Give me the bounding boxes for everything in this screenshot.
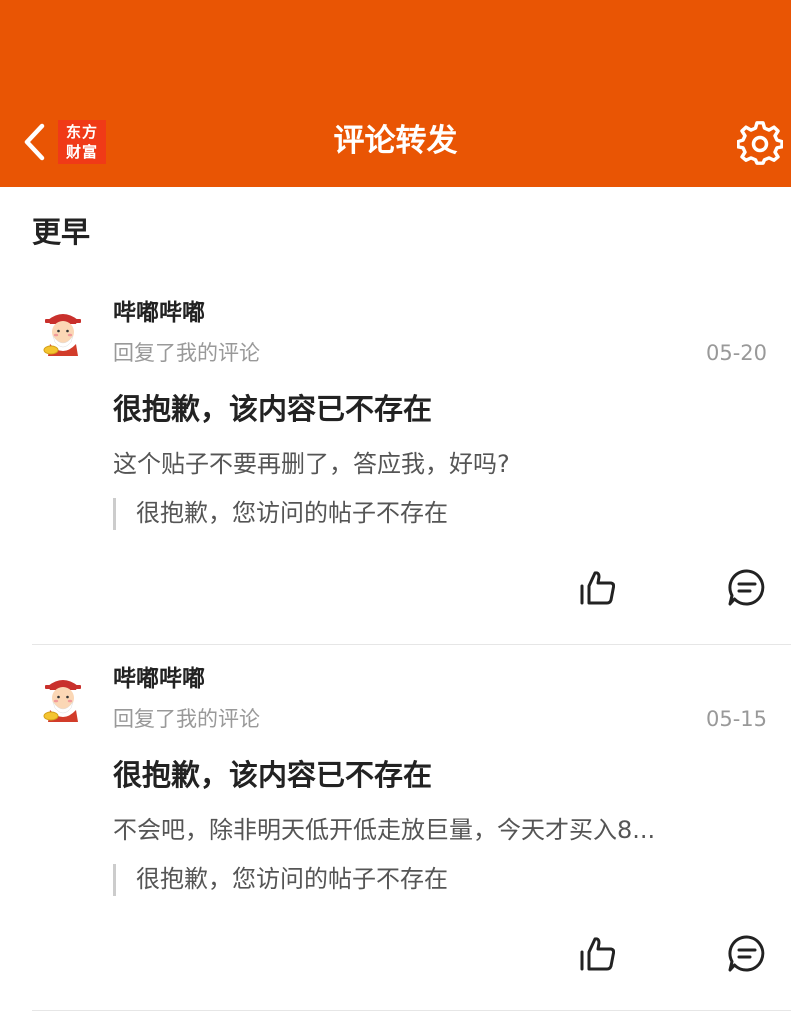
- notification-item[interactable]: 哔嘟哔嘟 回复了我的评论 05-15 很抱歉，该内容已不存在 不会吧，除非明天低…: [0, 648, 791, 1018]
- like-button[interactable]: [578, 934, 618, 974]
- avatar[interactable]: [38, 306, 88, 358]
- reply-comment-text[interactable]: 不会吧，除非明天低开低走放巨量，今天才买入8...: [113, 812, 765, 848]
- timestamp: 05-20: [705, 341, 767, 365]
- thumbs-up-icon: [580, 937, 616, 971]
- reply-button[interactable]: [727, 568, 767, 608]
- notification-type: 回复了我的评论: [113, 707, 260, 731]
- fortune-god-avatar-icon: [43, 314, 81, 356]
- quoted-original-comment[interactable]: 很抱歉，您访问的帖子不存在: [113, 864, 448, 896]
- avatar[interactable]: [38, 672, 88, 724]
- comment-icon: [728, 935, 765, 972]
- like-button[interactable]: [578, 568, 618, 608]
- top-navigation-bar: 东方 财富 评论转发: [0, 0, 791, 187]
- reply-comment-text[interactable]: 这个贴子不要再删了，答应我，好吗?: [113, 446, 765, 482]
- page-title: 评论转发: [333, 123, 458, 159]
- divider: [32, 644, 791, 645]
- username[interactable]: 哔嘟哔嘟: [113, 296, 205, 330]
- gear-icon: [737, 121, 783, 165]
- reply-button[interactable]: [727, 934, 767, 974]
- username[interactable]: 哔嘟哔嘟: [113, 662, 205, 696]
- divider: [32, 1010, 791, 1011]
- notification-item[interactable]: 哔嘟哔嘟 回复了我的评论 05-20 很抱歉，该内容已不存在 这个贴子不要再删了…: [0, 282, 791, 652]
- fortune-god-avatar-icon: [43, 680, 81, 722]
- quoted-original-comment[interactable]: 很抱歉，您访问的帖子不存在: [113, 498, 448, 530]
- post-title[interactable]: 很抱歉，该内容已不存在: [113, 754, 432, 796]
- section-title: 更早: [32, 215, 91, 249]
- thumbs-up-icon: [580, 571, 616, 605]
- comment-icon: [728, 569, 765, 606]
- notification-type: 回复了我的评论: [113, 341, 260, 365]
- settings-button[interactable]: [736, 120, 784, 168]
- post-title[interactable]: 很抱歉，该内容已不存在: [113, 388, 432, 430]
- timestamp: 05-15: [705, 707, 767, 731]
